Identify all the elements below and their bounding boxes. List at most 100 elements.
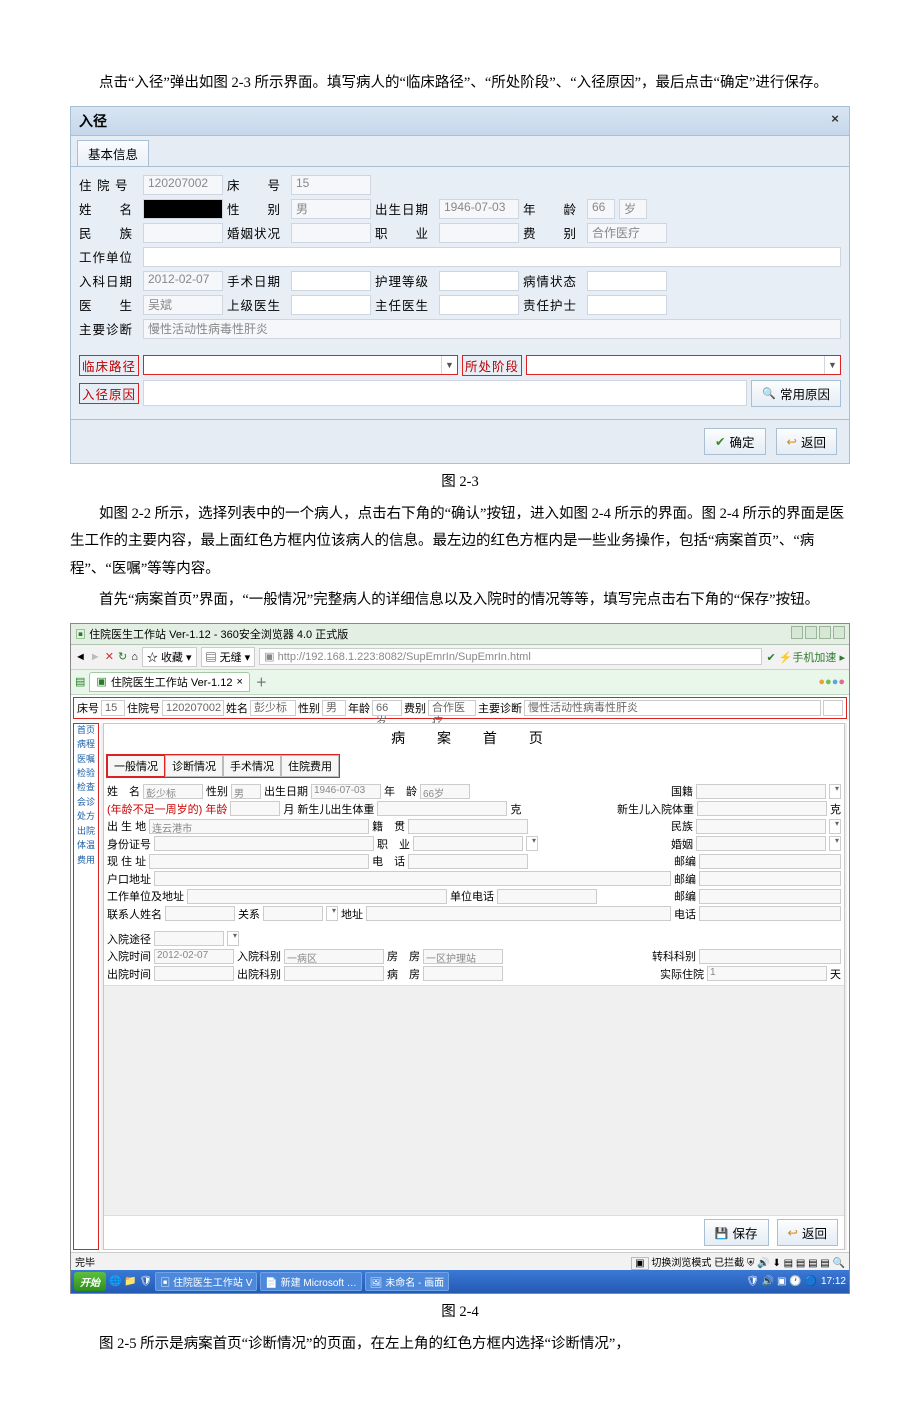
browser-statusbar: 完毕 ▣ 切换浏览模式 已拦截 ⛨ 🔊 ⬇ ▤ ▤ ▤ ▤ 🔍 (71, 1252, 849, 1270)
f-age[interactable]: 66岁 (420, 784, 470, 799)
back-button[interactable]: 返回 (776, 428, 838, 455)
f-cp-l: 电话 (674, 906, 696, 922)
common-reason-button[interactable]: 常用原因 (751, 380, 841, 407)
nav-seamless[interactable]: ▤ 无缝 ▾ (201, 647, 256, 667)
f-job[interactable] (413, 836, 523, 851)
sidebar-item-6[interactable]: 处方 (74, 810, 98, 823)
subtab-fee[interactable]: 住院费用 (281, 755, 339, 777)
f-intime[interactable]: 2012-02-07 (154, 949, 234, 964)
f-nbw[interactable] (377, 801, 507, 816)
f-mar-cb[interactable] (829, 836, 841, 851)
f-agenote[interactable] (230, 801, 280, 816)
field-work-unit[interactable] (143, 247, 841, 267)
f-zip[interactable] (699, 854, 841, 869)
f-trans[interactable] (699, 949, 841, 964)
window-controls[interactable] (789, 626, 845, 642)
home-icon[interactable]: ⌂ (131, 651, 138, 663)
f-rel[interactable] (263, 906, 323, 921)
field-chief-doctor[interactable] (439, 295, 519, 315)
start-button[interactable]: 开始 (74, 1272, 106, 1291)
browser-tab[interactable]: ▣住院医生工作站 Ver-1.12× (89, 672, 249, 692)
f-outdept[interactable] (284, 966, 384, 981)
f-job-cb[interactable] (526, 836, 538, 851)
maximize-icon[interactable] (819, 626, 831, 639)
close-icon[interactable]: × (827, 111, 843, 127)
f-sex[interactable]: 男 (231, 784, 261, 799)
field-op-date[interactable] (291, 271, 371, 291)
sidebar-item-5[interactable]: 会诊 (74, 796, 98, 809)
sidebar-item-7[interactable]: 出院 (74, 825, 98, 838)
ok-button[interactable]: 确定 (704, 428, 766, 455)
f-nation-cb[interactable] (829, 819, 841, 834)
bookmark-bar-icon[interactable]: ▤ (75, 675, 85, 688)
system-tray[interactable]: 🛡 🔊 ▣ 🕐 🔵 17:12 (746, 1276, 846, 1287)
f-mar[interactable] (696, 836, 826, 851)
f-name[interactable]: 彭少标 (143, 784, 203, 799)
f-cp[interactable] (699, 906, 841, 921)
f-wp[interactable] (497, 889, 597, 904)
field-nurse-level[interactable] (439, 271, 519, 291)
new-tab-button[interactable]: ＋ (256, 674, 267, 690)
f-rel-cb[interactable] (326, 906, 338, 921)
field-illness[interactable] (587, 271, 667, 291)
restore-icon[interactable] (791, 626, 803, 639)
f-nation[interactable] (696, 819, 826, 834)
back-icon[interactable]: ◄ (75, 651, 86, 663)
field-sup-doctor[interactable] (291, 295, 371, 315)
taskbar-item-1[interactable]: 📄 新建 Microsoft … (260, 1272, 361, 1291)
f-inway-cb[interactable] (227, 931, 239, 946)
tab-close-icon[interactable]: × (236, 676, 242, 688)
sidebar-item-0[interactable]: 首页 (74, 724, 98, 737)
sidebar-item-2[interactable]: 医嘱 (74, 753, 98, 766)
tab-dots[interactable]: ●●●● (818, 676, 845, 688)
close-icon[interactable] (833, 626, 845, 639)
f-zip3[interactable] (699, 889, 841, 904)
f-ct[interactable] (165, 906, 235, 921)
combo-stage[interactable]: ▼ (526, 355, 841, 375)
subtab-operation[interactable]: 手术情况 (223, 755, 281, 777)
forward-icon[interactable]: ► (90, 651, 101, 663)
sidebar-item-4[interactable]: 检查 (74, 781, 98, 794)
f-hk[interactable] (154, 871, 671, 886)
f-id[interactable] (154, 836, 374, 851)
label-fee: 费 别 (523, 223, 583, 242)
sidebar-item-8[interactable]: 体温 (74, 839, 98, 852)
f-bp[interactable]: 连云港市 (149, 819, 369, 834)
tab-basic-info[interactable]: 基本信息 (77, 140, 149, 166)
stop-icon[interactable]: ✕ (105, 650, 114, 663)
back-button-2[interactable]: 返回 (777, 1219, 839, 1246)
f-native[interactable] (408, 819, 528, 834)
f-room[interactable]: 一区护理站 (423, 949, 503, 964)
sidebar-item-1[interactable]: 病程 (74, 738, 98, 751)
field-reason[interactable] (143, 380, 747, 406)
quicklaunch-icons[interactable]: 🌐 📁 🛡 (109, 1276, 152, 1287)
f-indept[interactable]: 一病区 (284, 949, 384, 964)
f-nbiw[interactable] (697, 801, 827, 816)
f-nat[interactable] (696, 784, 826, 799)
taskbar-item-0[interactable]: ▣ 住院医生工作站 V (155, 1272, 257, 1291)
sidebar-item-9[interactable]: 费用 (74, 854, 98, 867)
field-nurse[interactable] (587, 295, 667, 315)
nav-fav[interactable]: ☆ 收藏 ▾ (142, 647, 197, 667)
refresh-icon[interactable]: ↻ (118, 650, 127, 663)
subtab-general[interactable]: 一般情况 (107, 755, 165, 777)
taskbar-item-2[interactable]: 🖼 未命名 - 画面 (365, 1272, 449, 1291)
f-nat-combo[interactable] (829, 784, 841, 799)
f-wa[interactable] (187, 889, 447, 904)
f-outtime[interactable] (154, 966, 234, 981)
f-birth[interactable]: 1946-07-03 (311, 784, 381, 799)
f-inway[interactable] (154, 931, 224, 946)
save-button[interactable]: 保存 (704, 1219, 769, 1246)
f-phone[interactable] (408, 854, 528, 869)
f-ward[interactable] (423, 966, 503, 981)
accel-link[interactable]: ✔ ⚡手机加速 ▸ (766, 649, 845, 665)
combo-clinical-path[interactable]: ▼ (143, 355, 458, 375)
f-days[interactable]: 1 (707, 966, 827, 981)
minimize-icon[interactable] (805, 626, 817, 639)
address-input[interactable]: ▣ http://192.168.1.223:8082/SupEmrIn/Sup… (259, 648, 762, 665)
sidebar-item-3[interactable]: 检验 (74, 767, 98, 780)
f-zip2[interactable] (699, 871, 841, 886)
f-ca[interactable] (366, 906, 671, 921)
subtab-diagnosis[interactable]: 诊断情况 (165, 755, 223, 777)
f-addr[interactable] (149, 854, 369, 869)
